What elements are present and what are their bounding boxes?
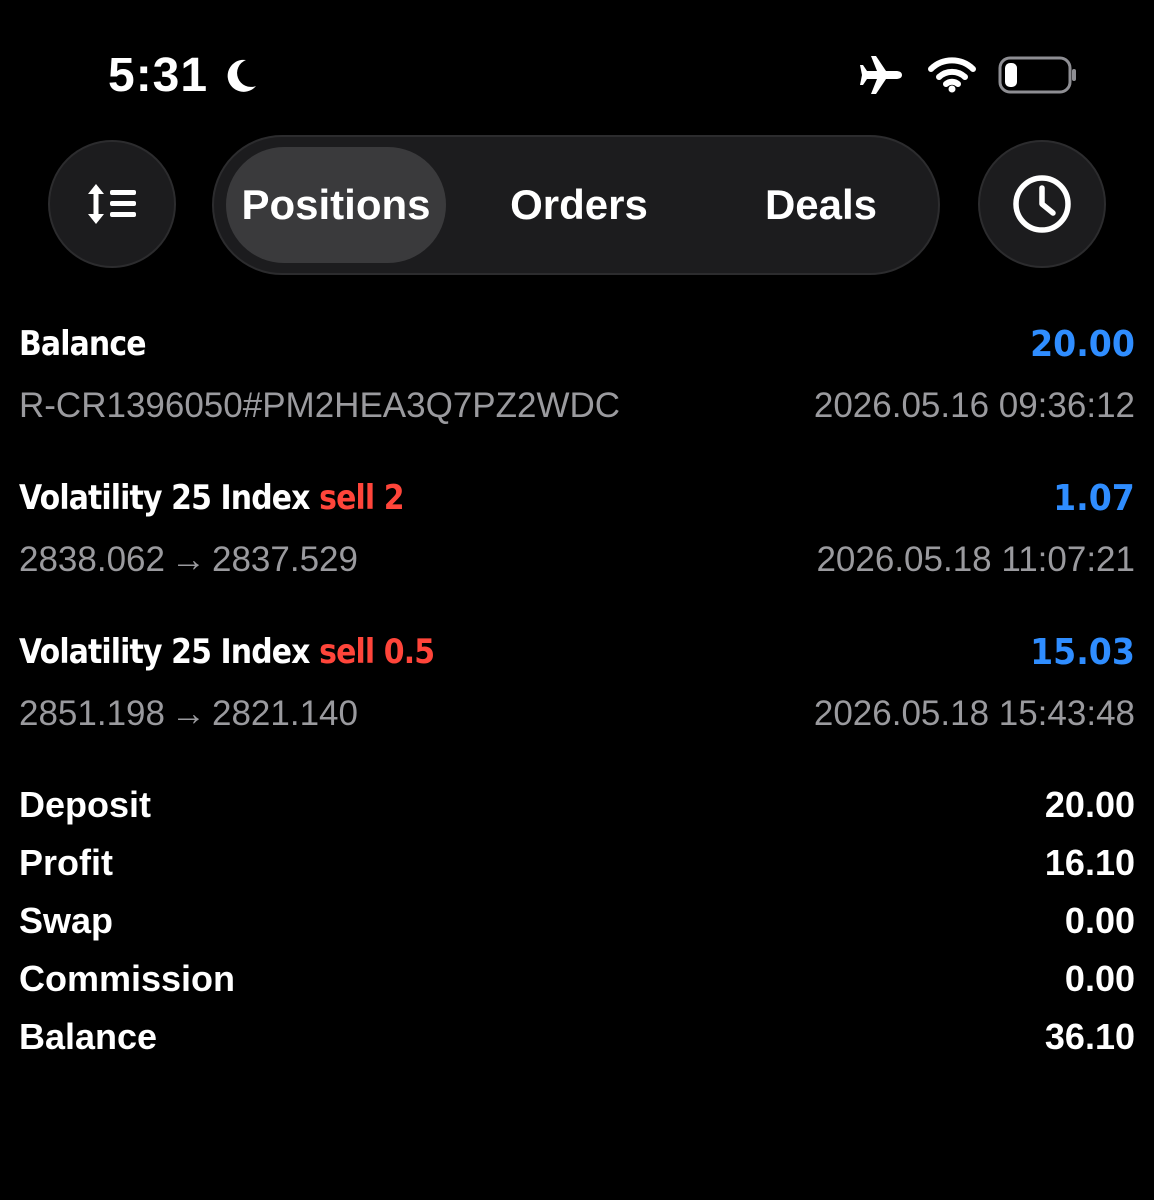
price-arrow-icon: →	[170, 694, 206, 733]
summary-swap-label: Swap	[19, 900, 114, 941]
entry-prices: 2838.062 → 2837.529	[19, 540, 358, 580]
close-price: 2821.140	[211, 694, 358, 733]
entry-title: Volatility 25 Index sell 2	[19, 478, 405, 518]
sort-icon	[88, 184, 136, 224]
entry-symbol: Balance	[19, 324, 146, 364]
summary-deposit-value: 20.00	[1044, 784, 1135, 825]
clock-time: 5:31	[108, 49, 209, 102]
battery-level-fill	[1005, 63, 1017, 87]
battery-icon	[998, 56, 1076, 94]
open-price: 2838.062	[19, 540, 165, 579]
summary-balance-label: Balance	[19, 1016, 158, 1057]
tab-positions[interactable]: Positions	[226, 147, 446, 263]
clock-icon	[1013, 175, 1071, 233]
price-arrow-icon: →	[170, 540, 206, 579]
tab-orders[interactable]: Orders	[464, 147, 694, 263]
status-bar-time: 5:31	[108, 48, 260, 103]
entry-time: 2026.05.18 15:43:48	[813, 694, 1135, 733]
entry-comment: R-CR1396050#PM2HEA3Q7PZ2WDC	[19, 386, 621, 425]
summary-commission-value: 0.00	[1064, 958, 1135, 999]
history-period-button[interactable]	[978, 140, 1106, 268]
close-price: 2837.529	[211, 540, 358, 579]
moon-icon	[227, 59, 257, 92]
summary-deposit-label: Deposit	[19, 784, 152, 825]
wifi-icon	[928, 57, 976, 93]
entry-title: Balance	[19, 324, 146, 364]
entry-operation: sell 2	[319, 478, 404, 518]
summary-swap-value: 0.00	[1064, 900, 1135, 941]
tab-deals[interactable]: Deals	[706, 147, 936, 263]
entry-time: 2026.05.18 11:07:21	[816, 540, 1135, 579]
summary-profit-value: 16.10	[1044, 842, 1135, 883]
airplane-icon	[860, 56, 902, 94]
summary-profit-label: Profit	[19, 842, 113, 883]
entry-symbol: Volatility 25 Index	[19, 478, 310, 518]
entry-symbol: Volatility 25 Index	[19, 632, 310, 672]
history-tabs: Positions Orders Deals	[212, 135, 940, 275]
summary-commission-label: Commission	[19, 958, 236, 999]
sort-button[interactable]	[48, 140, 176, 268]
entry-amount: 1.07	[1053, 478, 1135, 519]
entry-time: 2026.05.16 09:36:12	[813, 386, 1135, 425]
entry-title: Volatility 25 Index sell 0.5	[19, 632, 435, 672]
summary-balance-value: 36.10	[1044, 1016, 1135, 1057]
entry-amount: 15.03	[1030, 632, 1135, 673]
open-price: 2851.198	[19, 694, 165, 733]
entry-operation: sell 0.5	[319, 632, 435, 672]
entry-amount: 20.00	[1030, 324, 1135, 365]
entry-prices: 2851.198 → 2821.140	[19, 694, 358, 734]
status-icons	[858, 54, 1078, 96]
